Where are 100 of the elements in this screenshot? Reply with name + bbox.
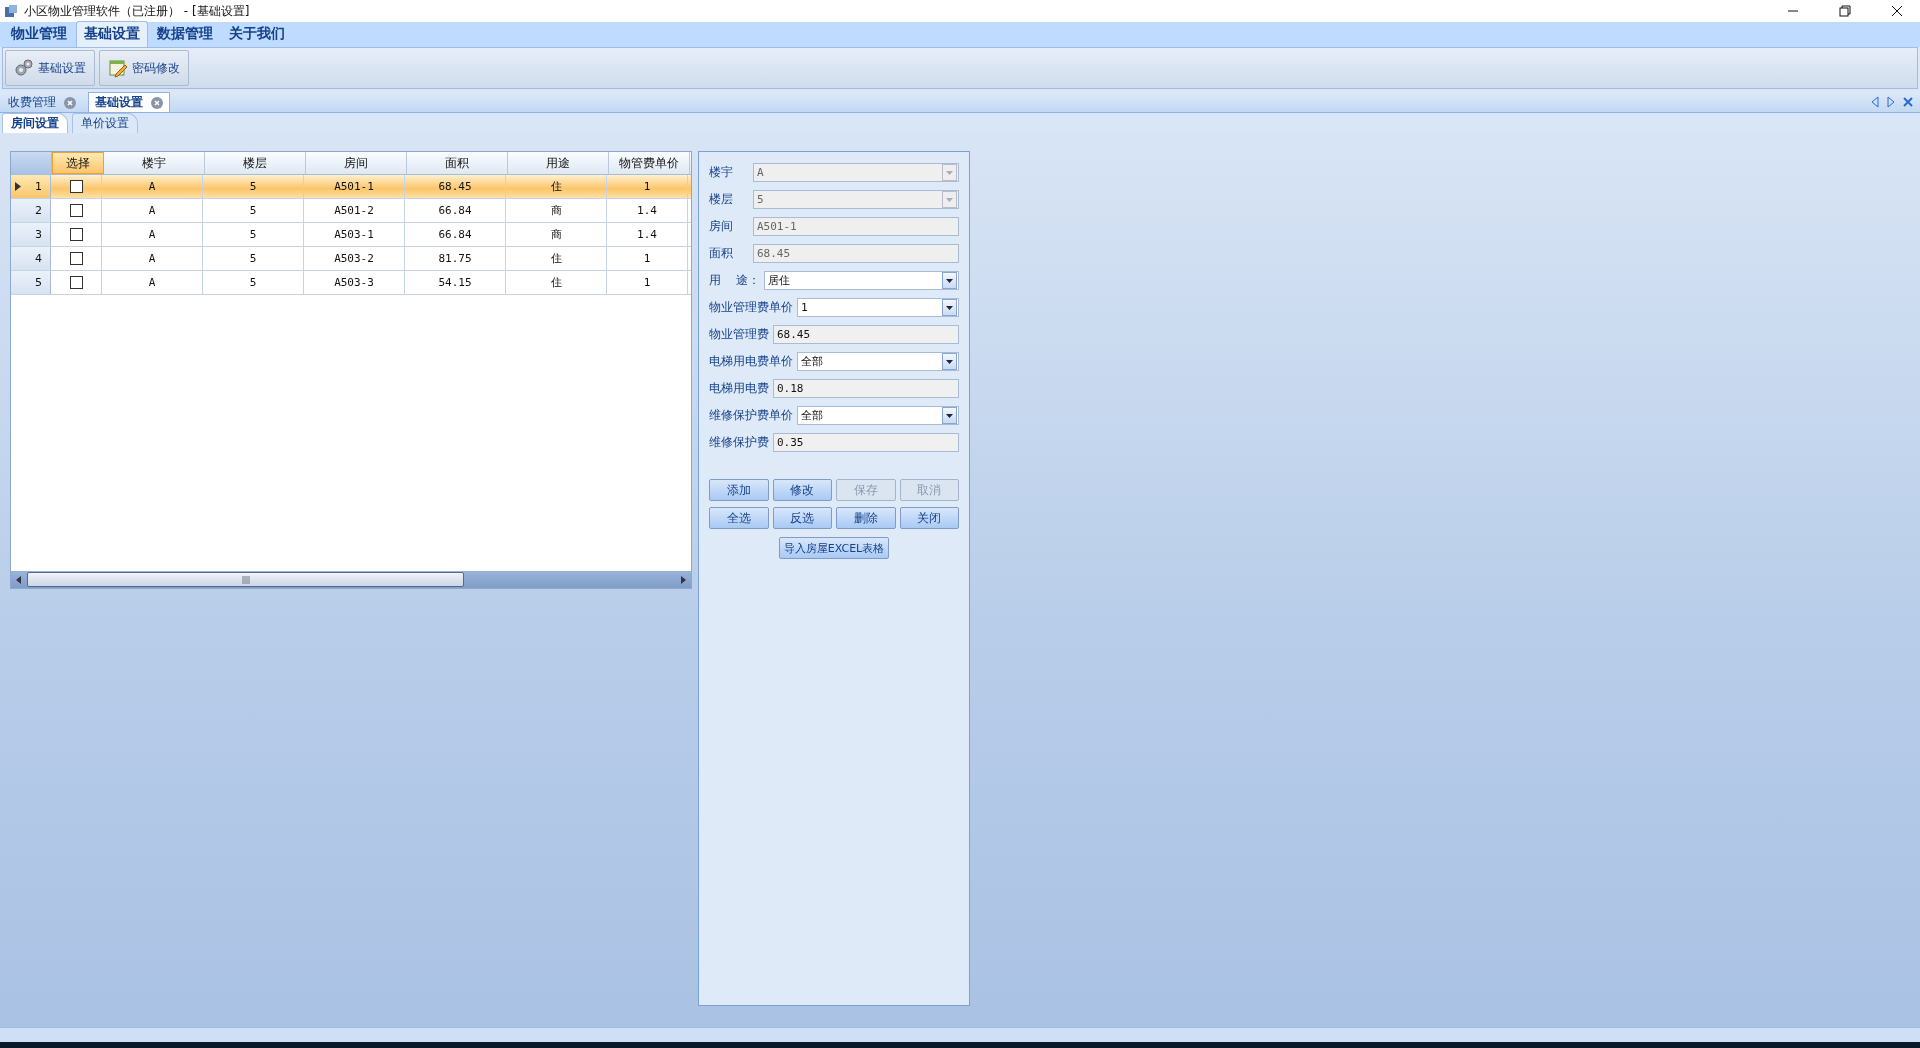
field-label: 物业管理费单价 xyxy=(709,299,793,316)
column-header[interactable]: 用途 xyxy=(508,152,609,174)
document-tab[interactable]: 基础设置 xyxy=(88,92,170,112)
document-tab[interactable]: 收费管理 xyxy=(2,93,82,112)
dropdown[interactable]: 1 xyxy=(797,298,959,317)
table-cell: 1 xyxy=(607,271,688,294)
field-label: 楼层 xyxy=(709,191,733,208)
checkbox[interactable] xyxy=(69,276,83,289)
menu-tab[interactable]: 数据管理 xyxy=(150,22,220,47)
scrollbar-thumb[interactable] xyxy=(27,572,464,587)
dropdown[interactable]: 全部 xyxy=(797,352,959,371)
input-field[interactable]: 68.45 xyxy=(773,325,959,344)
input-field[interactable]: 0.35 xyxy=(773,433,959,452)
edit-icon xyxy=(108,58,128,78)
table-cell: A503-2 xyxy=(304,247,405,270)
close-icon[interactable] xyxy=(64,96,76,109)
row-header[interactable]: 4 xyxy=(11,247,51,270)
button[interactable]: 修改 xyxy=(772,479,832,501)
field-label: 楼宇 xyxy=(709,164,733,181)
column-header[interactable]: 选择 xyxy=(52,152,104,174)
table-cell: 5 xyxy=(203,175,304,198)
button[interactable]: 关闭 xyxy=(899,507,959,529)
dropdown-arrow-icon xyxy=(946,359,953,364)
table-cell: 商 xyxy=(506,223,607,246)
column-header[interactable]: 房间 xyxy=(306,152,407,174)
table-cell: 66.84 xyxy=(405,223,506,246)
table-cell: 54.15 xyxy=(405,271,506,294)
table-cell: 商 xyxy=(506,199,607,222)
field-label: 电梯用电费单价 xyxy=(709,353,793,370)
scroll-left-icon[interactable] xyxy=(15,574,23,585)
menu-tab[interactable]: 物业管理 xyxy=(4,22,74,47)
dropdown-arrow-icon xyxy=(946,197,953,202)
table-cell: A xyxy=(102,247,203,270)
toolbar-button[interactable]: 密码修改 xyxy=(99,50,189,86)
row-number: 3 xyxy=(35,228,42,241)
table-cell: A503-1 xyxy=(304,223,405,246)
dropdown-arrow-icon xyxy=(946,413,953,418)
table-cell: A xyxy=(102,175,203,198)
tab[interactable]: 单价设置 xyxy=(72,113,138,133)
button[interactable]: 添加 xyxy=(709,479,769,501)
table-cell: 住 xyxy=(506,271,607,294)
scroll-right-icon[interactable] xyxy=(679,574,687,585)
button[interactable]: 删除 xyxy=(836,507,896,529)
field-label: 用 途： xyxy=(709,272,761,289)
tab[interactable]: 房间设置 xyxy=(2,113,68,133)
column-header[interactable]: 面积 xyxy=(407,152,508,174)
horizontal-scrollbar[interactable] xyxy=(11,571,691,588)
dropdown-arrow-icon xyxy=(946,305,953,310)
dropdown-arrow-icon xyxy=(946,278,953,283)
table-row[interactable]: 1 A 5 A501-1 68.45 住 1 xyxy=(11,175,691,199)
scroll-right-icon[interactable] xyxy=(1886,96,1896,108)
menu-tab[interactable]: 关于我们 xyxy=(222,22,292,47)
current-row-icon xyxy=(15,182,21,191)
corner-cell[interactable] xyxy=(11,152,52,174)
table-cell: 住 xyxy=(506,175,607,198)
dropdown[interactable]: 全部 xyxy=(797,406,959,425)
column-header[interactable]: 楼宇 xyxy=(104,152,205,174)
table-cell: 5 xyxy=(203,223,304,246)
column-header[interactable]: 物管费单价 xyxy=(609,152,690,174)
table-cell: 1 xyxy=(607,175,688,198)
table-row[interactable]: 3 A 5 A503-1 66.84 商 1.4 xyxy=(11,223,691,247)
field-label: 维修保护费单价 xyxy=(709,407,793,424)
table-cell: 1 xyxy=(607,247,688,270)
menu-tab[interactable]: 基础设置 xyxy=(76,21,148,47)
table-cell: A xyxy=(102,223,203,246)
button[interactable]: 全选 xyxy=(709,507,769,529)
app-icon xyxy=(4,4,18,18)
row-number: 5 xyxy=(35,276,42,289)
dropdown[interactable]: 居住 xyxy=(764,271,959,290)
button[interactable]: 反选 xyxy=(772,507,832,529)
row-number: 4 xyxy=(35,252,42,265)
field-label: 房间 xyxy=(709,218,733,235)
table-cell: 1.4 xyxy=(607,223,688,246)
table-cell: A501-2 xyxy=(304,199,405,222)
table-cell: 1.4 xyxy=(607,199,688,222)
toolbar-button[interactable]: 基础设置 xyxy=(5,50,95,86)
row-header[interactable]: 5 xyxy=(11,271,51,294)
field-label: 物业管理费 xyxy=(709,326,769,343)
checkbox[interactable] xyxy=(69,204,83,217)
scroll-left-icon[interactable] xyxy=(1870,96,1880,108)
row-header[interactable]: 1 xyxy=(11,175,51,198)
table-row[interactable]: 5 A 5 A503-3 54.15 住 1 xyxy=(11,271,691,295)
table-row[interactable]: 2 A 5 A501-2 66.84 商 1.4 xyxy=(11,199,691,223)
checkbox[interactable] xyxy=(69,252,83,265)
table-cell: A503-3 xyxy=(304,271,405,294)
close-icon[interactable] xyxy=(151,96,163,109)
checkbox[interactable] xyxy=(69,180,83,193)
row-header[interactable]: 2 xyxy=(11,199,51,222)
table-cell: 5 xyxy=(203,247,304,270)
close-icon[interactable] xyxy=(1902,96,1914,108)
table-cell: 66.84 xyxy=(405,199,506,222)
input-field[interactable]: 0.18 xyxy=(773,379,959,398)
row-header[interactable]: 3 xyxy=(11,223,51,246)
table-row[interactable]: 4 A 5 A503-2 81.75 住 1 xyxy=(11,247,691,271)
table-cell: 5 xyxy=(203,271,304,294)
checkbox[interactable] xyxy=(69,228,83,241)
column-header[interactable]: 楼层 xyxy=(205,152,306,174)
table-cell: 住 xyxy=(506,247,607,270)
import-button[interactable]: 导入房屋EXCEL表格 xyxy=(778,537,890,559)
field-label: 维修保护费 xyxy=(709,434,769,451)
